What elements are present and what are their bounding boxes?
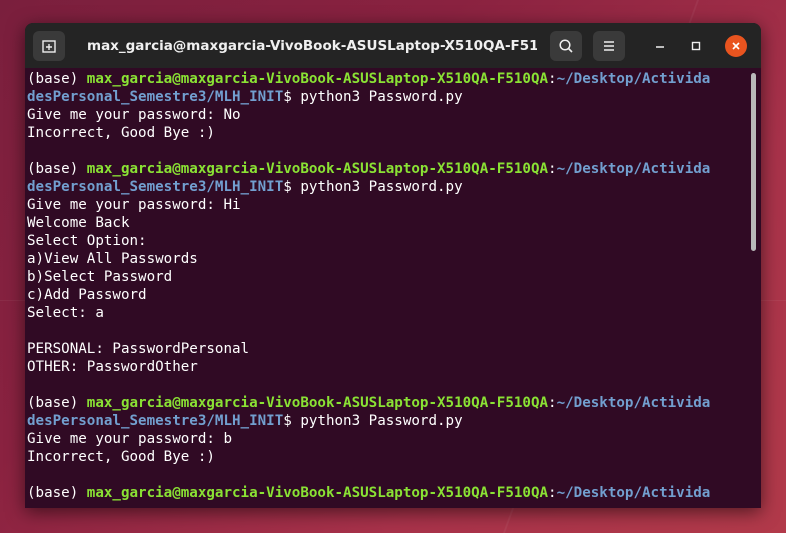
terminal-line: (base) max_garcia@maxgarcia-VivoBook-ASU… [27,484,751,502]
new-tab-button[interactable] [33,31,65,61]
terminal-line: Welcome Back [27,214,751,232]
prompt-user-host: max_garcia@maxgarcia-VivoBook-ASUSLaptop… [86,161,549,177]
title-bar[interactable]: max_garcia@maxgarcia-VivoBook-ASUSLaptop… [25,23,761,68]
prompt-env: (base) [27,161,87,177]
output-text: Incorrect, Good Bye :) [27,125,215,141]
minimize-button[interactable] [649,35,671,57]
prompt-path: ~/Desktop/Activida [556,161,711,177]
output-text: c)Add Password [27,287,147,303]
terminal-line: Give me your password: Hi [27,196,751,214]
window-title: max_garcia@maxgarcia-VivoBook-ASUSLaptop… [87,38,537,54]
terminal-line: desPersonal_Semestre3/MLH_INIT$ python3 … [27,88,751,106]
prompt-separator: : [548,71,557,87]
terminal-line: (base) max_garcia@maxgarcia-VivoBook-ASU… [27,160,751,178]
terminal-line: Incorrect, Good Bye :) [27,124,751,142]
prompt-path: ~/Desktop/Activida [556,485,711,501]
terminal-line: Give me your password: b [27,430,751,448]
terminal-line: b)Select Password [27,268,751,286]
output-text: Welcome Back [27,215,130,231]
output-text: b)Select Password [27,269,173,285]
terminal-window: max_garcia@maxgarcia-VivoBook-ASUSLaptop… [25,23,761,508]
prompt-separator: : [548,485,557,501]
prompt-path: ~/Desktop/Activida [556,395,711,411]
search-button[interactable] [550,31,582,61]
terminal-line: desPersonal_Semestre3/MLH_INIT$ python3 … [27,178,751,196]
menu-button[interactable] [593,31,625,61]
prompt-path: ~/Desktop/Activida [556,71,711,87]
terminal-line: c)Add Password [27,286,751,304]
output-text: Select Option: [27,233,147,249]
menu-icon [604,41,614,51]
terminal-line: (base) max_garcia@maxgarcia-VivoBook-ASU… [27,70,751,88]
output-text: Give me your password: Hi [27,197,241,213]
prompt-command: $ python3 Password.py [283,413,463,429]
terminal-line: OTHER: PasswordOther [27,358,751,376]
prompt-path: desPersonal_Semestre3/MLH_INIT [27,413,284,429]
output-text: Incorrect, Good Bye :) [27,449,215,465]
prompt-command: $ python3 Password.py [283,179,463,195]
prompt-env: (base) [27,395,87,411]
prompt-env: (base) [27,485,87,501]
output-text: OTHER: PasswordOther [27,359,198,375]
prompt-path: desPersonal_Semestre3/MLH_INIT [27,89,284,105]
search-icon [559,39,573,53]
prompt-path: desPersonal_Semestre3/MLH_INIT [27,179,284,195]
terminal-line: Select Option: [27,232,751,250]
terminal-line: a)View All Passwords [27,250,751,268]
scrollbar-thumb[interactable] [751,73,756,251]
terminal-line: Select: a [27,304,751,322]
output-text: Give me your password: b [27,431,232,447]
output-text: Select: a [27,305,104,321]
prompt-user-host: max_garcia@maxgarcia-VivoBook-ASUSLaptop… [86,71,549,87]
close-icon [732,42,740,50]
output-text: a)View All Passwords [27,251,198,267]
maximize-button[interactable] [685,35,707,57]
prompt-env: (base) [27,71,87,87]
prompt-separator: : [548,395,557,411]
terminal-line: Give me your password: No [27,106,751,124]
terminal-line: desPersonal_Semestre3/MLH_INIT$ python3 … [27,412,751,430]
output-text: PERSONAL: PasswordPersonal [27,341,250,357]
terminal-line: Incorrect, Good Bye :) [27,448,751,466]
new-tab-icon [42,40,56,53]
maximize-icon [691,41,701,51]
prompt-separator: : [548,161,557,177]
terminal-line: (base) max_garcia@maxgarcia-VivoBook-ASU… [27,394,751,412]
close-button[interactable] [725,35,747,57]
output-text: Give me your password: No [27,107,241,123]
prompt-user-host: max_garcia@maxgarcia-VivoBook-ASUSLaptop… [86,395,549,411]
prompt-command: $ python3 Password.py [283,89,463,105]
prompt-user-host: max_garcia@maxgarcia-VivoBook-ASUSLaptop… [86,485,549,501]
minimize-icon [656,46,664,48]
terminal-line: PERSONAL: PasswordPersonal [27,340,751,358]
terminal-output[interactable]: (base) max_garcia@maxgarcia-VivoBook-ASU… [27,69,751,508]
